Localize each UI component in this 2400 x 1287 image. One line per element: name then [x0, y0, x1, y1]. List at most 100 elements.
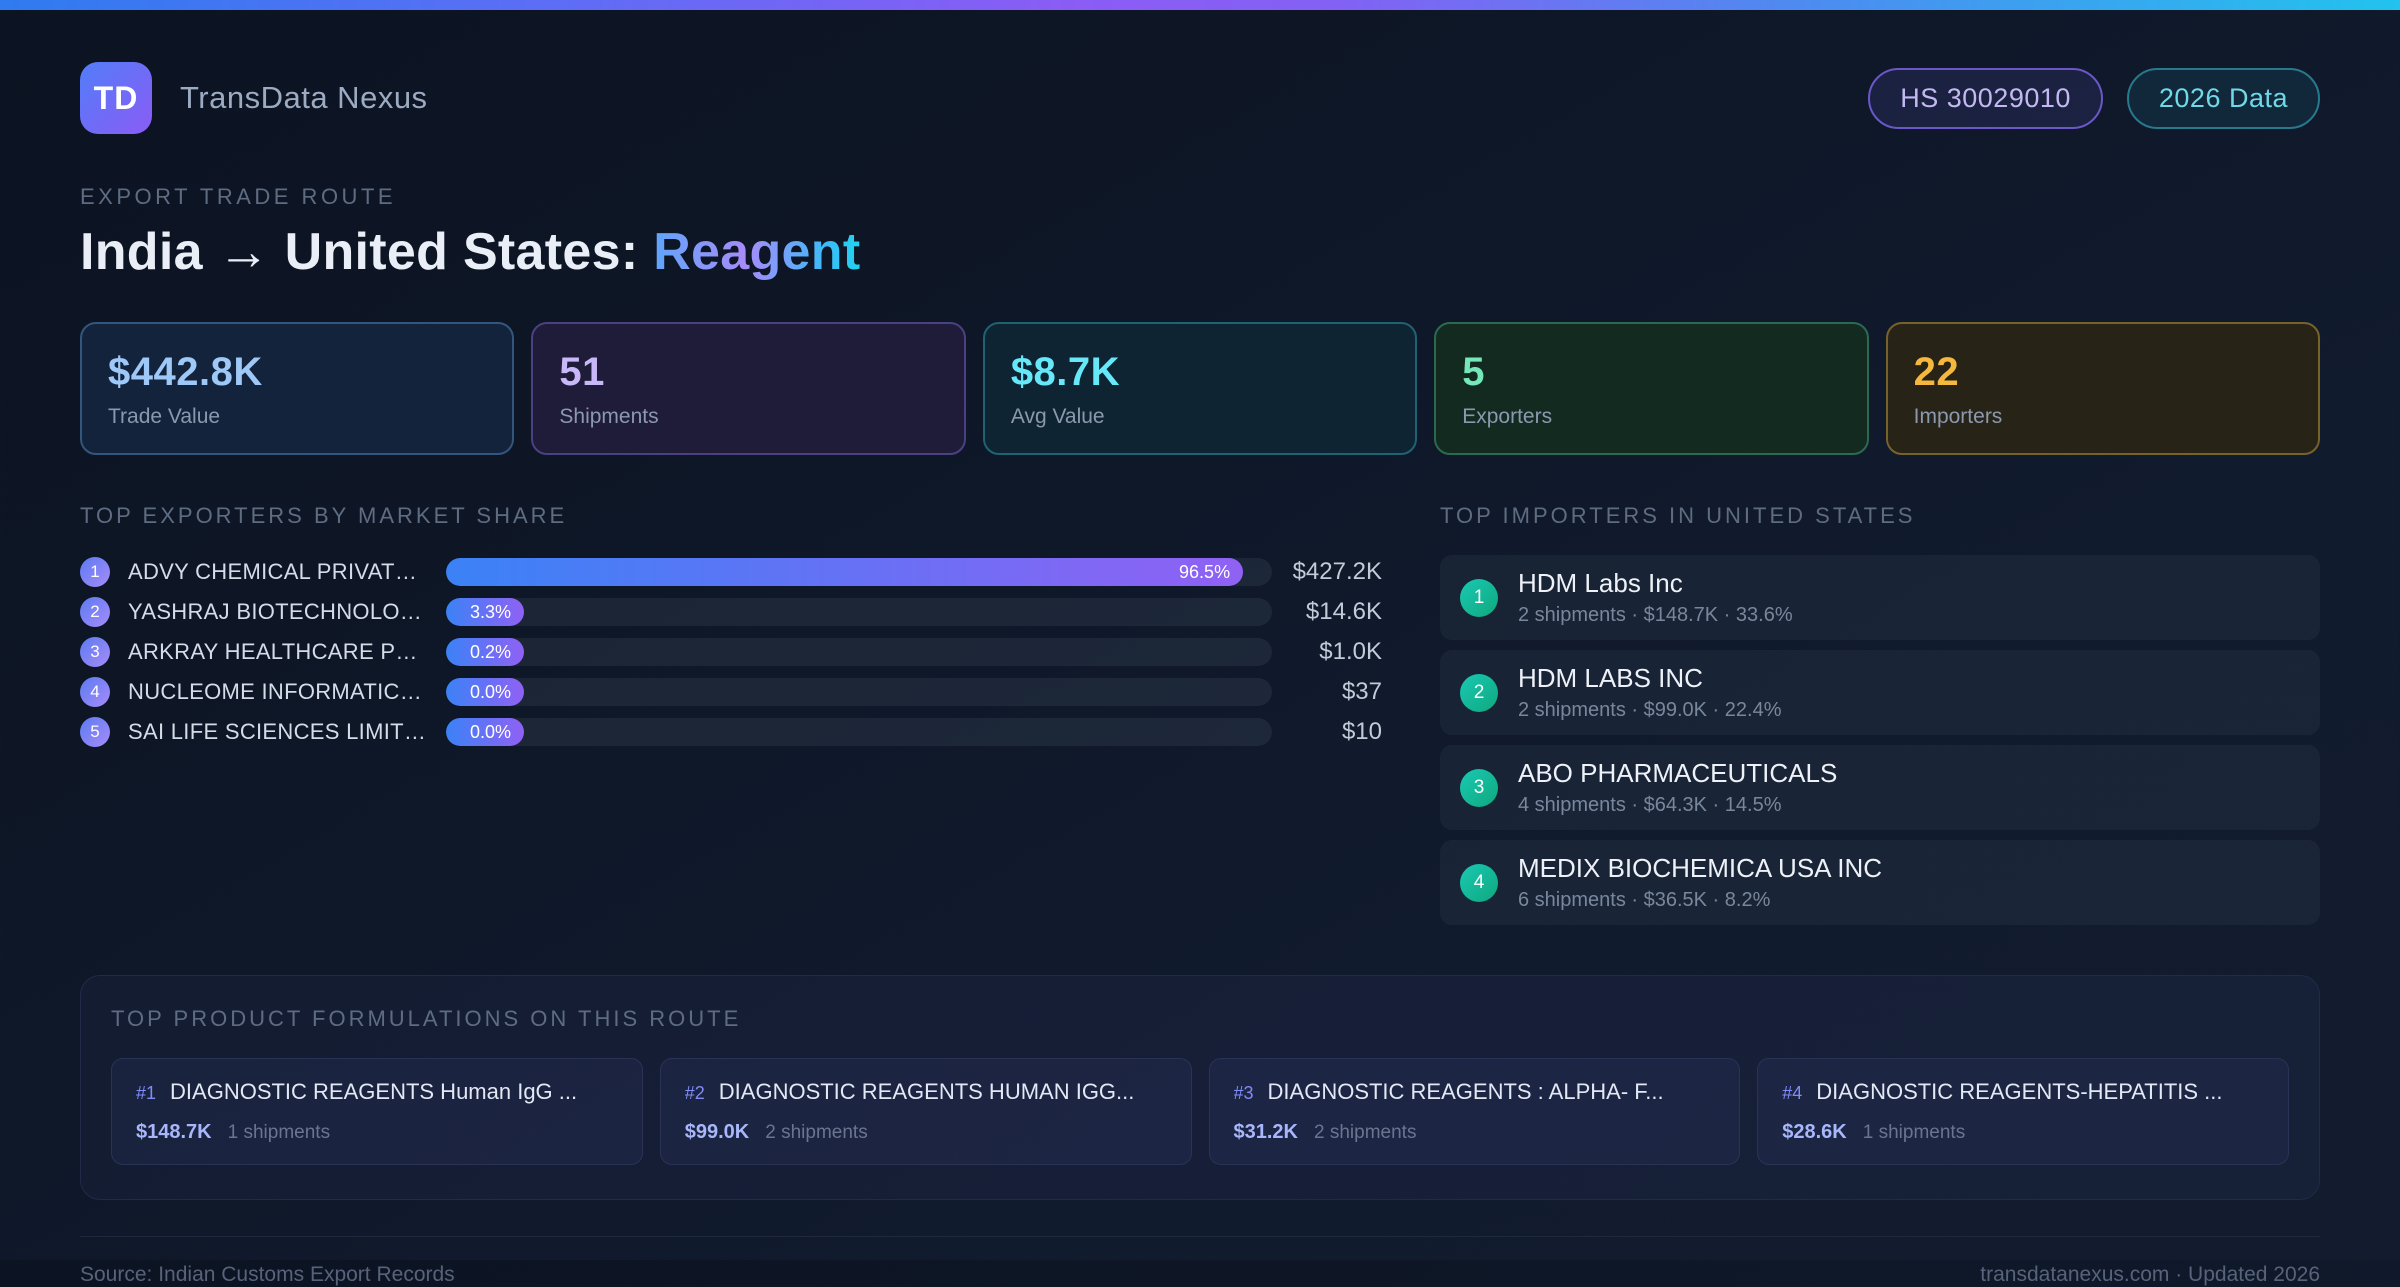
market-share-percent: 0.0% [469, 721, 511, 742]
product-title: DIAGNOSTIC REAGENTS Human IgG ... [170, 1079, 578, 1104]
stat-value: 22 [1913, 350, 1960, 394]
product-title: DIAGNOSTIC REAGENTS : ALPHA- F... [1267, 1079, 1664, 1104]
product-line1: #2 DIAGNOSTIC REAGENTS HUMAN IGG... [685, 1079, 1167, 1105]
exporter-rank-badge: 5 [80, 717, 110, 747]
product-card[interactable]: #4 DIAGNOSTIC REAGENTS-HEPATITIS ... $28.6… [1757, 1058, 2289, 1165]
page-title: India → United States: Reagent [80, 222, 2320, 282]
header: TD TransData Nexus HS 30029010 2026 Data [80, 10, 2320, 134]
product-card[interactable]: #3 DIAGNOSTIC REAGENTS : ALPHA- F... $31.2… [1208, 1058, 1741, 1165]
importer-rank-badge: 2 [1460, 673, 1498, 712]
exporter-value: $14.6K [1305, 598, 1382, 625]
market-share-bar-track: 3.3% [446, 598, 1272, 626]
importer-rank-badge: 3 [1460, 768, 1498, 807]
importer-row[interactable]: 2 HDM LABS INC 2 shipments · $99.0K · 22.4… [1440, 650, 2320, 735]
product-title: DIAGNOSTIC REAGENTS HUMAN IGG... [718, 1079, 1135, 1104]
route-eyebrow: EXPORT TRADE ROUTE [80, 184, 397, 209]
product-card[interactable]: #2 DIAGNOSTIC REAGENTS HUMAN IGG... $99.0K… [659, 1058, 1192, 1165]
product-rank: #1 [136, 1083, 157, 1103]
stats-row: $442.8K Trade Value 51 Shipments $8.7K Avg Va… [80, 322, 2321, 455]
products-heading: TOP PRODUCT FORMULATIONS ON THIS ROUTE [111, 1006, 742, 1031]
market-share-bar-track: 96.5% [446, 558, 1272, 586]
market-share-bar-track: 0.2% [446, 638, 1272, 666]
importer-info: ABO PHARMACEUTICALS 4 shipments · $64.3K … [1518, 758, 1837, 817]
importer-row[interactable]: 3 ABO PHARMACEUTICALS 4 shipments · $64.3K… [1440, 745, 2320, 830]
product-line2: $31.2K 2 shipments [1234, 1121, 1716, 1144]
stat-card-exporters: 5 Exporters [1434, 322, 1869, 455]
product-card[interactable]: #1 DIAGNOSTIC REAGENTS Human IgG ... $148.… [111, 1058, 643, 1165]
exporter-value: $37 [1341, 678, 1382, 705]
product-line1: #1 DIAGNOSTIC REAGENTS Human IgG ... [136, 1079, 618, 1105]
exporters-list: 1 ADVY CHEMICAL PRIVATE LIMI... 96.5% $427.… [80, 557, 1382, 747]
market-share-bar-fill: 0.0% [446, 678, 524, 706]
product-shipments: 1 shipments [1862, 1122, 1966, 1143]
exporter-name: SAI LIFE SCIENCES LIMITED [128, 719, 428, 744]
stat-card-importers: 22 Importers [1885, 322, 2321, 455]
importers-heading: TOP IMPORTERS IN UNITED STATES [1440, 503, 1916, 528]
exporter-row[interactable]: 3 ARKRAY HEALTHCARE PRIVATE ... 0.2% $1.0K [80, 637, 1382, 667]
product-line1: #3 DIAGNOSTIC REAGENTS : ALPHA- F... [1234, 1079, 1716, 1105]
importer-info: HDM LABS INC 2 shipments · $99.0K · 22.4% [1518, 663, 1781, 722]
product-value: $148.7K [136, 1121, 212, 1143]
page: TD TransData Nexus HS 30029010 2026 Data… [0, 10, 2400, 1287]
app-logo: TD [80, 62, 152, 134]
importer-detail: 6 shipments · $36.5K · 8.2% [1518, 889, 1771, 911]
product-value: $28.6K [1782, 1121, 1847, 1143]
stat-card-avg-value: $8.7K Avg Value [982, 322, 1418, 455]
market-share-bar-fill: 0.0% [446, 718, 524, 746]
exporter-row[interactable]: 1 ADVY CHEMICAL PRIVATE LIMI... 96.5% $427.… [80, 557, 1382, 587]
stat-label: Exporters [1462, 405, 1553, 428]
market-share-percent: 0.2% [469, 641, 511, 662]
exporter-value: $1.0K [1319, 638, 1382, 665]
product-value: $99.0K [684, 1121, 750, 1143]
exporter-name: YASHRAJ BIOTECHNOLOGY LIMI... [128, 599, 428, 624]
importer-name: HDM Labs Inc [1518, 568, 1683, 598]
importer-info: HDM Labs Inc 2 shipments · $148.7K · 33.6… [1518, 568, 1793, 627]
product-line2: $148.7K 1 shipments [136, 1121, 618, 1144]
product-line2: $28.6K 1 shipments [1782, 1121, 2264, 1144]
market-share-percent: 96.5% [1179, 561, 1231, 582]
stat-value: 5 [1462, 350, 1485, 394]
brand: TD TransData Nexus [80, 62, 428, 134]
importer-name: ABO PHARMACEUTICALS [1518, 758, 1838, 788]
market-share-bar-fill: 3.3% [446, 598, 524, 626]
product-value: $31.2K [1233, 1121, 1299, 1143]
importers-section: TOP IMPORTERS IN UNITED STATES 1 HDM Labs… [1440, 503, 2320, 925]
exporter-row[interactable]: 2 YASHRAJ BIOTECHNOLOGY LIMI... 3.3% $14.6K [80, 597, 1382, 627]
market-share-bar-fill: 96.5% [446, 558, 1244, 586]
stat-value: 51 [559, 350, 605, 394]
data-year-badge[interactable]: 2026 Data [2126, 67, 2320, 129]
app-name: TransData Nexus [180, 80, 428, 115]
products-panel: TOP PRODUCT FORMULATIONS ON THIS ROUTE #… [80, 975, 2320, 1200]
product-shipments: 2 shipments [1314, 1122, 1417, 1143]
importer-rank-badge: 4 [1460, 863, 1498, 902]
exporter-row[interactable]: 5 SAI LIFE SCIENCES LIMITED 0.0% $10 [80, 717, 1382, 747]
product-title: DIAGNOSTIC REAGENTS-HEPATITIS ... [1816, 1079, 2223, 1104]
importer-row[interactable]: 4 MEDIX BIOCHEMICA USA INC 6 shipments · $… [1440, 840, 2320, 925]
product-rank: #4 [1782, 1083, 1803, 1103]
hs-code-badge[interactable]: HS 30029010 [1868, 67, 2103, 129]
product-rank: #2 [684, 1083, 705, 1103]
exporter-rank-badge: 4 [80, 677, 110, 707]
route-title-prefix: India → United States: [80, 223, 654, 281]
main-columns: TOP EXPORTERS BY MARKET SHARE 1 ADVY CHEM… [80, 503, 2320, 925]
top-accent-bar [0, 0, 2400, 10]
importer-detail: 2 shipments · $99.0K · 22.4% [1518, 699, 1782, 721]
product-shipments: 1 shipments [227, 1122, 331, 1143]
importer-info: MEDIX BIOCHEMICA USA INC 6 shipments · $3… [1518, 853, 1882, 912]
exporters-heading: TOP EXPORTERS BY MARKET SHARE [80, 503, 568, 528]
exporter-row[interactable]: 4 NUCLEOME INFORMATICS PRIVA... 0.0% $37 [80, 677, 1382, 707]
market-share-bar-track: 0.0% [446, 718, 1272, 746]
importer-rank-badge: 1 [1460, 578, 1498, 617]
exporter-rank-badge: 1 [80, 557, 110, 587]
exporter-name: NUCLEOME INFORMATICS PRIVA... [128, 679, 428, 704]
importer-row[interactable]: 1 HDM Labs Inc 2 shipments · $148.7K · 33.… [1440, 555, 2320, 640]
exporter-value: $10 [1341, 718, 1382, 745]
market-share-bar-fill: 0.2% [446, 638, 524, 666]
importer-detail: 2 shipments · $148.7K · 33.6% [1518, 604, 1793, 626]
stat-card-shipments: 51 Shipments [531, 322, 966, 455]
market-share-percent: 3.3% [469, 601, 511, 622]
exporter-value: $427.2K [1292, 558, 1382, 585]
exporter-name: ADVY CHEMICAL PRIVATE LIMI... [128, 559, 428, 584]
stat-label: Shipments [559, 405, 659, 428]
stat-card-trade-value: $442.8K Trade Value [80, 322, 515, 455]
